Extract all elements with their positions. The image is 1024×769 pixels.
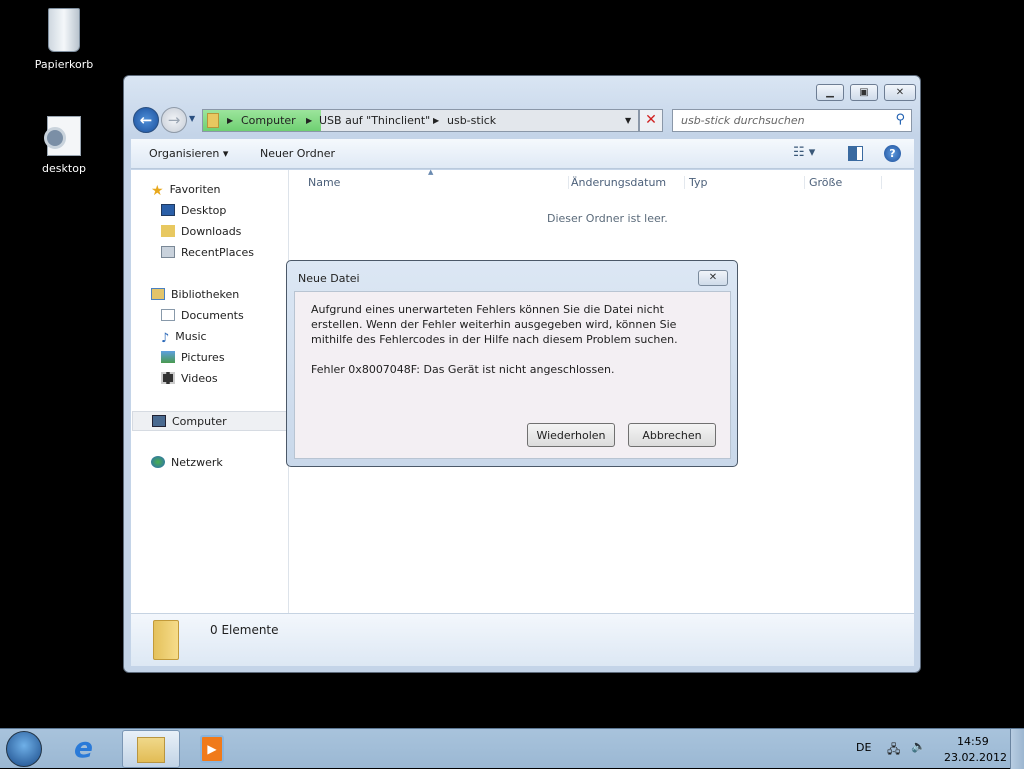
- minimize-button[interactable]: ▁: [816, 84, 844, 101]
- stop-button[interactable]: ✕: [639, 109, 663, 132]
- error-dialog: Neue Datei ✕ Aufgrund eines unerwarteten…: [286, 260, 738, 467]
- sort-arrow-icon: ▲: [428, 168, 434, 176]
- show-desktop-button[interactable]: [1010, 729, 1024, 769]
- nav-network[interactable]: Netzwerk: [151, 453, 223, 473]
- breadcrumb-computer[interactable]: Computer: [241, 114, 296, 127]
- language-indicator[interactable]: DE: [856, 741, 871, 754]
- column-header-date[interactable]: Änderungsdatum: [568, 176, 666, 189]
- search-input[interactable]: usb-stick durchsuchen ⚲: [672, 109, 912, 132]
- pictures-icon: [161, 351, 175, 363]
- clock-time[interactable]: 14:59: [957, 735, 989, 748]
- dialog-error-code: Fehler 0x8007048F: Das Gerät ist nicht a…: [311, 363, 615, 376]
- internet-explorer-icon[interactable]: e: [74, 732, 93, 764]
- network-icon: [151, 456, 165, 468]
- nav-downloads[interactable]: Downloads: [161, 222, 241, 242]
- folder-icon: [161, 225, 175, 237]
- column-header-name[interactable]: Name: [308, 176, 340, 189]
- column-header-size[interactable]: Größe: [804, 176, 882, 189]
- cancel-button[interactable]: Abbrechen: [628, 423, 716, 447]
- recycle-bin-icon: [48, 8, 80, 52]
- search-icon: ⚲: [895, 112, 905, 127]
- explorer-icon: [137, 737, 165, 763]
- item-count: 0 Elemente: [210, 623, 279, 637]
- nav-music[interactable]: ♪ Music: [161, 327, 207, 347]
- back-button[interactable]: ←: [133, 107, 159, 133]
- clock-date[interactable]: 23.02.2012: [944, 751, 1007, 764]
- media-player-icon[interactable]: ▶: [200, 735, 224, 763]
- breadcrumb-usb-stick[interactable]: usb-stick: [447, 114, 496, 127]
- taskbar-explorer-button[interactable]: [122, 730, 180, 768]
- nav-videos[interactable]: Videos: [161, 369, 218, 389]
- start-button[interactable]: [6, 731, 42, 767]
- address-dropdown-icon[interactable]: ▼: [625, 116, 631, 125]
- forward-button[interactable]: →: [161, 107, 187, 133]
- dialog-body: Aufgrund eines unerwarteten Fehlers könn…: [294, 291, 731, 459]
- command-bar: Organisieren ▾ Neuer Ordner ☷ ▾ ?: [131, 139, 914, 169]
- preview-pane-icon[interactable]: [848, 146, 863, 161]
- recent-places-icon: [161, 246, 175, 258]
- organize-button[interactable]: Organisieren ▾: [149, 147, 228, 160]
- dialog-message: Aufgrund eines unerwarteten Fehlers könn…: [311, 303, 678, 346]
- star-icon: ★: [151, 183, 164, 199]
- nav-favorites[interactable]: ★ Favoriten: [151, 180, 221, 200]
- recent-pages-dropdown[interactable]: ▼: [189, 114, 195, 123]
- desktop-icon-recycle-bin[interactable]: Papierkorb: [24, 8, 104, 71]
- view-options-icon[interactable]: ☷ ▾: [793, 145, 815, 160]
- new-folder-button[interactable]: Neuer Ordner: [260, 147, 335, 160]
- desktop-icon-label: desktop: [42, 162, 86, 175]
- help-icon[interactable]: ?: [884, 145, 901, 162]
- video-icon: [161, 372, 175, 384]
- volume-icon[interactable]: 🔈: [911, 739, 926, 753]
- breadcrumb-usb[interactable]: USB auf "Thinclient": [319, 114, 430, 127]
- column-header-type[interactable]: Typ: [684, 176, 708, 189]
- folder-icon: [153, 620, 179, 660]
- address-bar[interactable]: ▶ Computer ▶ USB auf "Thinclient" ▶ usb-…: [202, 109, 639, 132]
- nav-pictures[interactable]: Pictures: [161, 348, 225, 368]
- folder-icon: [207, 113, 219, 128]
- desktop-icon-desktop[interactable]: desktop: [24, 116, 104, 175]
- document-icon: [161, 309, 175, 321]
- nav-documents[interactable]: Documents: [161, 306, 244, 326]
- dialog-title: Neue Datei: [298, 272, 360, 285]
- settings-file-icon: [44, 116, 81, 156]
- nav-computer[interactable]: Computer: [132, 411, 288, 431]
- network-tray-icon[interactable]: 🖧: [887, 740, 900, 761]
- computer-icon: [152, 415, 166, 427]
- library-icon: [151, 288, 165, 300]
- maximize-button[interactable]: ▣: [850, 84, 878, 101]
- close-button[interactable]: ✕: [884, 84, 916, 101]
- nav-libraries[interactable]: Bibliotheken: [151, 285, 239, 305]
- taskbar: e ▶ DE 🖧 🔈 14:59 23.02.2012: [0, 728, 1024, 769]
- nav-desktop[interactable]: Desktop: [161, 201, 226, 221]
- desktop-icon: [161, 204, 175, 216]
- dialog-close-button[interactable]: ✕: [698, 270, 728, 286]
- music-icon: ♪: [161, 331, 170, 346]
- details-pane: 0 Elemente: [131, 613, 914, 666]
- retry-button[interactable]: Wiederholen: [527, 423, 615, 447]
- empty-folder-message: Dieser Ordner ist leer.: [547, 212, 668, 225]
- desktop-icon-label: Papierkorb: [34, 58, 94, 71]
- nav-recentplaces[interactable]: RecentPlaces: [161, 243, 254, 263]
- navigation-pane: ★ Favoriten Desktop Downloads RecentPlace…: [131, 170, 289, 613]
